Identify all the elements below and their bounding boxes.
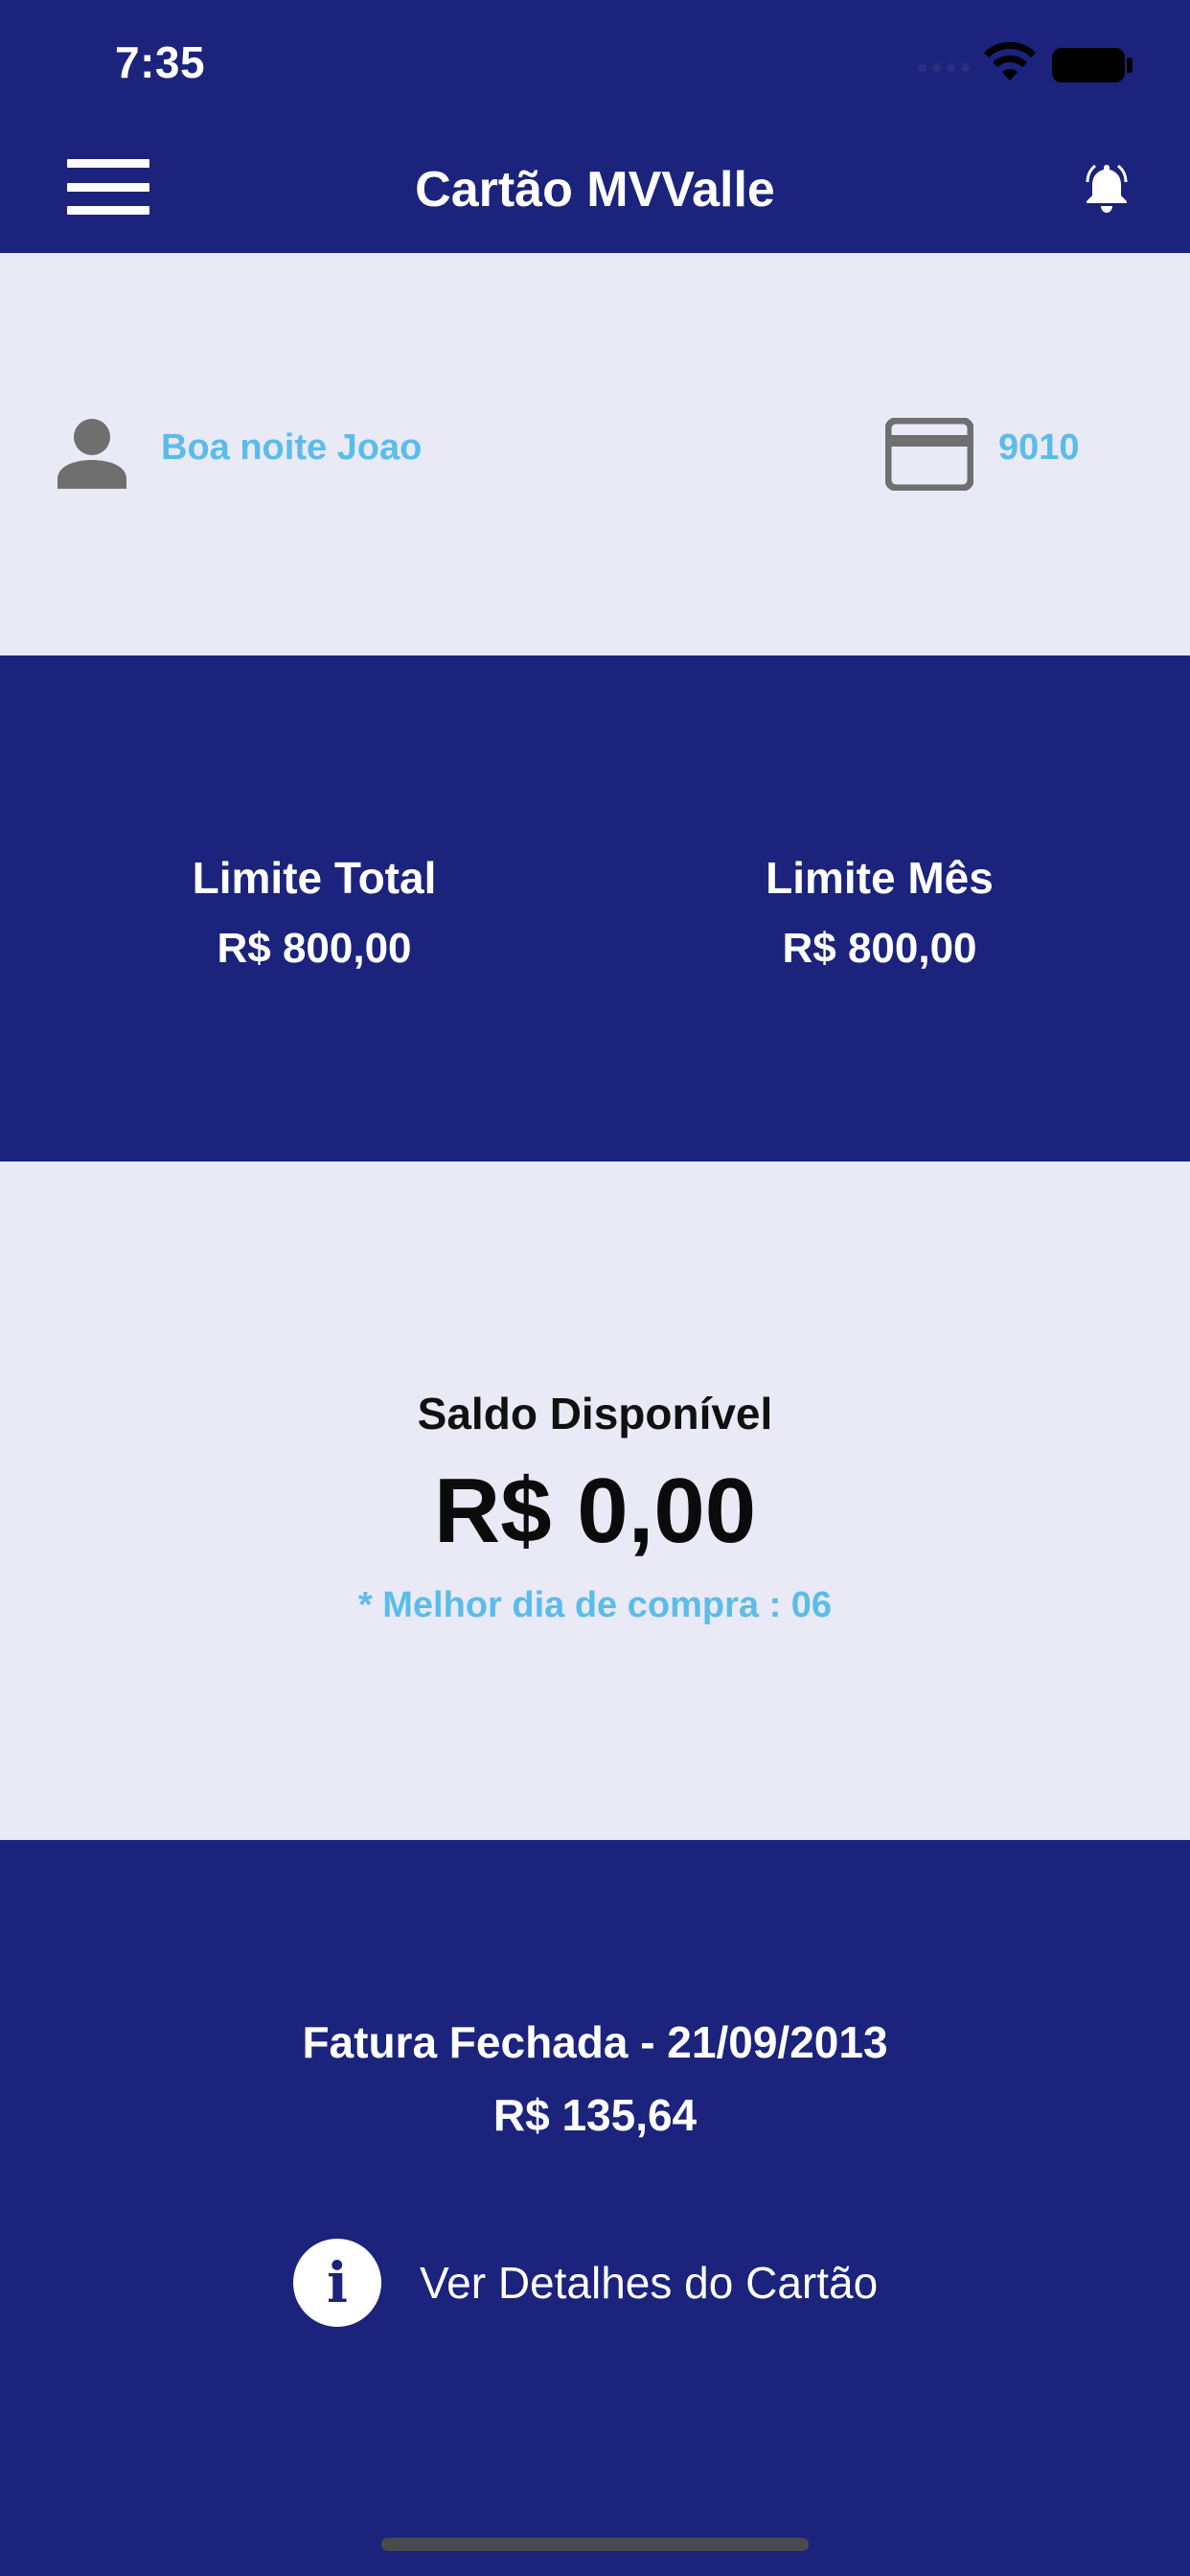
total-limit: Limite Total R$ 800,00	[113, 851, 515, 976]
card-details-label: Ver Detalhes do Cartão	[420, 2258, 879, 2308]
best-purchase-day: * Melhor dia de compra : 06	[357, 1585, 833, 1625]
total-limit-value: R$ 800,00	[217, 925, 412, 972]
status-bar: 7:35	[0, 0, 1190, 128]
wifi-icon	[984, 42, 1036, 80]
card-details-button[interactable]: i Ver Detalhes do Cartão	[293, 2239, 878, 2327]
cellular-signal-icon	[918, 63, 970, 72]
available-balance-label: Saldo Disponível	[417, 1389, 773, 1438]
invoice-section	[0, 1840, 1190, 2576]
battery-icon	[1052, 48, 1125, 82]
bell-icon[interactable]	[1081, 161, 1133, 215]
credit-card-icon	[885, 418, 973, 491]
available-balance-value: R$ 0,00	[433, 1460, 757, 1562]
home-indicator[interactable]	[381, 2538, 809, 2551]
page-title: Cartão MVValle	[415, 162, 775, 218]
greeting-text: Boa noite Joao	[161, 427, 423, 468]
month-limit-label: Limite Mês	[766, 853, 994, 903]
info-icon: i	[293, 2239, 381, 2327]
total-limit-label: Limite Total	[192, 853, 437, 903]
battery-cap	[1127, 58, 1133, 73]
card-last-digits: 9010	[998, 427, 1080, 468]
closed-invoice-title: Fatura Fechada - 21/09/2013	[302, 2017, 888, 2067]
month-limit-value: R$ 800,00	[782, 925, 977, 972]
closed-invoice-value: R$ 135,64	[492, 2090, 698, 2140]
month-limit: Limite Mês R$ 800,00	[678, 851, 1081, 976]
person-icon	[57, 419, 126, 489]
status-time: 7:35	[115, 37, 206, 87]
